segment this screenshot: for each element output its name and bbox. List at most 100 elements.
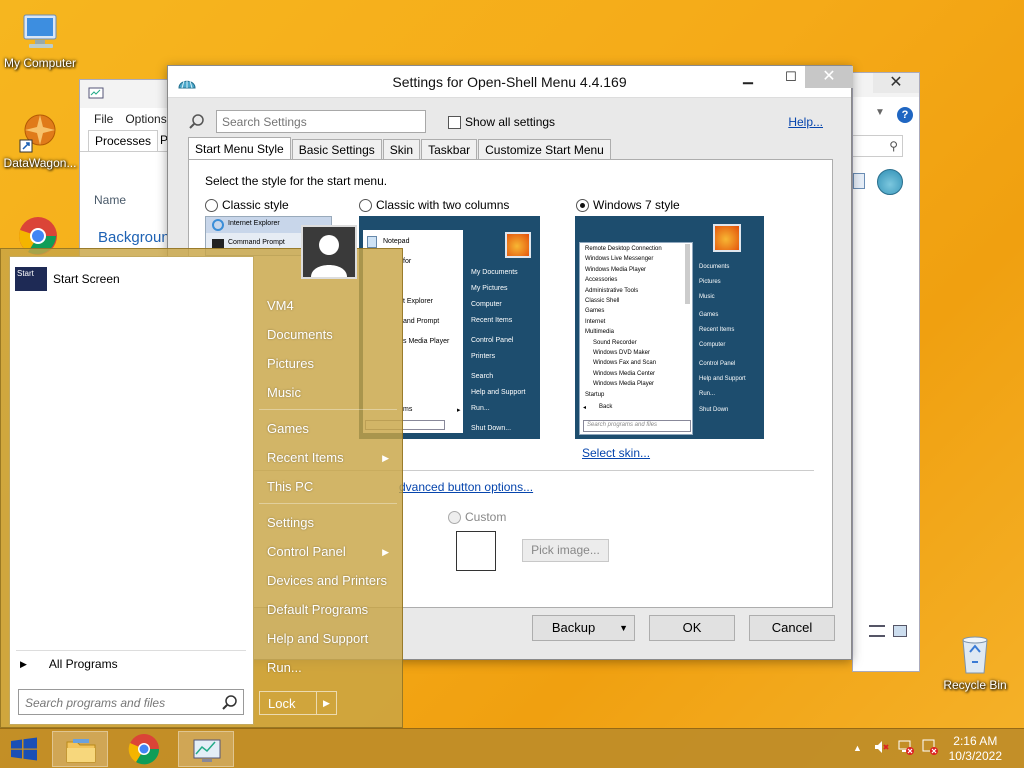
windows-7-style-preview[interactable]: Remote Desktop Connection Windows Live Me… [575, 216, 764, 439]
open-shell-icon[interactable] [877, 169, 903, 195]
backup-button[interactable]: Backup ▼ [532, 615, 635, 641]
settings-search-input[interactable] [216, 110, 426, 133]
start-screen-item[interactable]: Start Start Screen [15, 267, 120, 291]
help-icon[interactable]: ? [897, 107, 913, 123]
lock-options-arrow-icon[interactable]: ▶ [316, 692, 336, 714]
arrow-right-icon: ▶ [20, 658, 27, 669]
desktop-icon-label: DataWagon... [3, 156, 77, 170]
start-item-default-programs[interactable]: Default Programs [267, 602, 368, 617]
search-icon[interactable] [221, 694, 239, 712]
all-programs-label: All Programs [48, 657, 118, 671]
radio-label: Windows 7 style [593, 198, 680, 212]
ok-button[interactable]: OK [649, 615, 735, 641]
start-menu[interactable]: Start Start Screen ▶ All Programs Search… [0, 225, 403, 728]
start-search-input[interactable]: Search programs and files [18, 689, 244, 715]
minimize-button[interactable]: ▁ [733, 66, 763, 88]
radio-button[interactable] [205, 198, 218, 212]
tab-customize-start-menu[interactable]: Customize Start Menu [478, 139, 611, 159]
all-programs-item[interactable]: ▶ All Programs [20, 657, 118, 671]
start-menu-program-pane: Start Start Screen ▶ All Programs Search… [9, 256, 254, 725]
taskbar-clock[interactable]: 2:16 AM 10/3/2022 [949, 734, 1002, 764]
dialog-titlebar[interactable]: Settings for Open-Shell Menu 4.4.169 ▁ ☐… [168, 66, 853, 98]
menu-file[interactable]: File [94, 112, 113, 126]
preview-item: Shut Down [699, 407, 729, 413]
preview-item: s Media Player [403, 338, 450, 345]
preview-item: for [403, 258, 412, 265]
start-item-vm4[interactable]: VM4 [267, 298, 294, 313]
menu-options[interactable]: Options [125, 112, 166, 126]
start-item-games[interactable]: Games [267, 421, 309, 436]
preview-search: Search programs and files [587, 422, 658, 428]
search-icon: ⚲ [889, 139, 898, 153]
taskbar-chrome[interactable] [116, 731, 172, 767]
radio-button[interactable] [359, 198, 372, 212]
tab-start-menu-style[interactable]: Start Menu Style [188, 137, 291, 161]
advanced-button-options-link[interactable]: dvanced button options... [399, 480, 533, 494]
desktop-icon-recycle-bin[interactable]: Recycle Bin [935, 630, 1015, 692]
maximize-button[interactable]: ☐ [776, 66, 806, 88]
action-center-alert-icon[interactable] [922, 739, 938, 758]
datawagon-icon [18, 110, 62, 154]
start-item-this-pc[interactable]: This PC [267, 479, 313, 494]
desktop-icon-my-computer[interactable]: My Computer [0, 10, 80, 70]
tab-taskbar[interactable]: Taskbar [421, 139, 478, 159]
network-disconnected-icon[interactable] [898, 739, 914, 758]
cancel-button[interactable]: Cancel [749, 615, 835, 641]
explorer-search-box[interactable]: ⚲ [853, 135, 903, 157]
close-button[interactable]: ✕ [805, 66, 853, 88]
help-link[interactable]: Help... [788, 115, 823, 129]
desktop-icon-datawagon[interactable]: DataWagon... [0, 110, 80, 170]
start-item-help-and-support[interactable]: Help and Support [267, 631, 368, 646]
column-header-name[interactable]: Name [94, 193, 126, 207]
tab-processes[interactable]: Processes [88, 130, 159, 151]
checkbox-box[interactable] [448, 115, 461, 129]
pick-image-button[interactable]: Pick image... [522, 539, 609, 562]
computer-icon [18, 10, 62, 54]
start-item-pictures[interactable]: Pictures [267, 356, 314, 371]
radio-custom[interactable]: Custom [448, 510, 506, 524]
start-screen-label: Start Screen [53, 272, 120, 286]
taskbar: ▲ 2:16 AM 10/3/2022 [0, 728, 1024, 768]
start-item-music[interactable]: Music [267, 385, 301, 400]
start-screen-icon: Start [15, 267, 47, 291]
radio-classic-two-columns[interactable]: Classic with two columns [359, 198, 509, 212]
button-image-preview [456, 531, 496, 571]
task-manager-icon [88, 87, 104, 99]
chevron-down-icon[interactable]: ▼ [875, 107, 885, 118]
start-item-documents[interactable]: Documents [267, 327, 333, 342]
show-hidden-icons-button[interactable]: ▲ [853, 743, 862, 753]
show-all-settings-checkbox[interactable]: Show all settings [448, 115, 555, 129]
start-item-control-panel[interactable]: Control Panel [267, 544, 346, 559]
submenu-arrow-icon: ▶ [382, 453, 389, 463]
view-icon[interactable] [853, 173, 865, 189]
large-icons-view-icon[interactable] [893, 625, 907, 637]
preview-item: My Pictures [471, 285, 508, 292]
style-heading: Select the style for the start menu. [205, 174, 388, 188]
radio-button[interactable] [448, 510, 461, 524]
tab-skin[interactable]: Skin [382, 139, 421, 159]
taskbar-file-explorer[interactable] [52, 731, 108, 767]
radio-button[interactable] [576, 198, 589, 212]
volume-muted-icon[interactable] [873, 739, 889, 758]
explorer-close-button[interactable]: ✕ [873, 73, 919, 93]
task-manager-titlebar[interactable] [80, 80, 178, 108]
preview-item: Shut Down... [471, 425, 512, 432]
explorer-window[interactable]: ✕ ▼ ? ⚲ [852, 72, 920, 672]
preview-item: Administrative Tools [585, 287, 639, 294]
taskbar-task-manager[interactable] [178, 731, 234, 767]
start-item-recent-items[interactable]: Recent Items [267, 450, 344, 465]
start-item-settings[interactable]: Settings [267, 515, 314, 530]
start-item-devices-and-printers[interactable]: Devices and Printers [267, 573, 387, 588]
radio-classic-style[interactable]: Classic style [205, 198, 289, 212]
preview-item: Remote Desktop Connection [585, 246, 662, 252]
preview-item: Games [699, 312, 719, 318]
start-item-run[interactable]: Run... [267, 660, 302, 675]
preview-item: Multimedia [585, 329, 615, 336]
tab-basic-settings[interactable]: Basic Settings [291, 139, 382, 159]
radio-windows-7-style[interactable]: Windows 7 style [576, 198, 680, 212]
start-button[interactable] [10, 737, 38, 761]
lock-button[interactable]: Lock ▶ [259, 691, 337, 715]
details-view-icon[interactable] [869, 625, 885, 637]
select-skin-link[interactable]: Select skin... [582, 446, 650, 460]
preview-item: Windows Live Messenger [585, 256, 654, 263]
